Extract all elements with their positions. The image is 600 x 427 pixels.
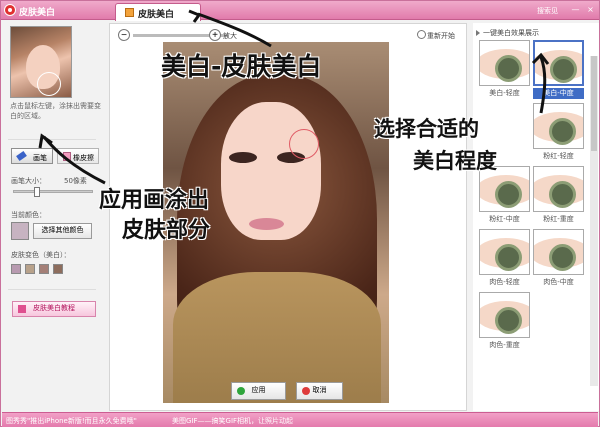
annotation-left-line2: 皮肤部分 [122, 218, 211, 243]
annotation-right-line2: 美白程度 [413, 149, 497, 173]
annotation-top: 美白-皮肤美白 [161, 52, 322, 81]
annotation-arrow-left [42, 136, 106, 185]
app-window: 皮肤美白 皮肤美白 搜索见 — × 点击鼠标左键，涂抹出需要变白的区域。 画笔 … [0, 0, 600, 427]
annotation-left-line1: 应用画涂出 [99, 188, 210, 213]
annotation-arrowhead-left [38, 133, 53, 149]
annotation-arrow-top [197, 12, 272, 48]
annotation-arrowhead-top [188, 9, 202, 23]
annotation-right-line1: 选择合适的 [374, 117, 479, 141]
annotation-arrow-right [539, 56, 547, 114]
